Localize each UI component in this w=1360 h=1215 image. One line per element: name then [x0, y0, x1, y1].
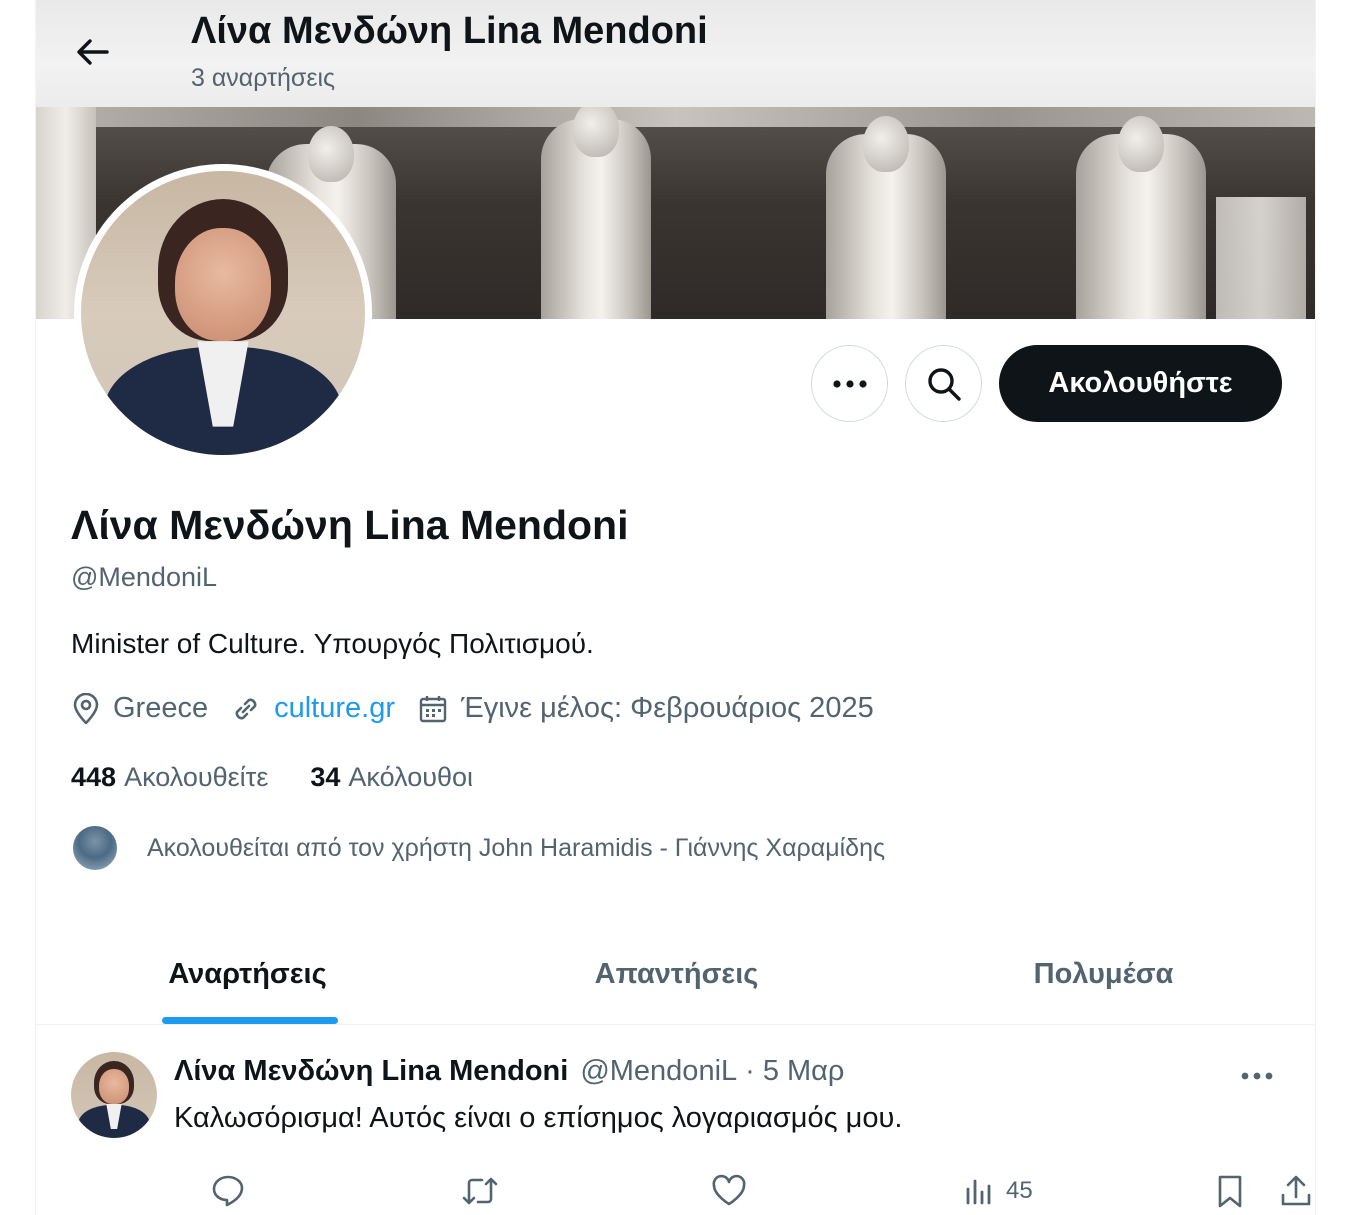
link-icon	[235, 698, 257, 719]
views-icon	[966, 1179, 991, 1205]
like-icon	[712, 1174, 746, 1206]
following-count: 448	[71, 762, 117, 792]
website-link[interactable]: culture.gr	[274, 692, 395, 725]
post-more-button[interactable]	[1234, 1056, 1280, 1096]
reply-button[interactable]	[210, 1168, 246, 1214]
retweet-button[interactable]	[460, 1168, 500, 1214]
header-posts-count: 3 αναρτήσεις	[191, 64, 336, 92]
share-button[interactable]	[1278, 1168, 1314, 1214]
bookmark-button[interactable]	[1214, 1168, 1246, 1214]
followed-by-row[interactable]: Ακολουθείται από τον χρήστη John Haramid…	[71, 824, 885, 872]
search-profile-button[interactable]	[905, 345, 982, 422]
joined-text: Έγινε μέλος: Φεβρουάριος 2025	[461, 692, 874, 724]
more-icon	[832, 379, 867, 388]
more-icon	[1241, 1072, 1273, 1080]
profile-location: Greece	[71, 692, 208, 725]
post-date[interactable]: 5 Μαρ	[763, 1055, 845, 1088]
profile-tabs: Αναρτήσεις Απαντήσεις Πολυμέσα	[36, 925, 1315, 1025]
post-author-handle[interactable]: @MendoniL	[580, 1055, 737, 1088]
share-icon	[1281, 1175, 1311, 1206]
banner-statue	[541, 107, 651, 319]
more-options-button[interactable]	[811, 345, 888, 422]
profile-joined: Έγινε μέλος: Φεβρουάριος 2025	[417, 692, 874, 725]
back-button[interactable]	[68, 28, 116, 76]
reply-icon	[212, 1175, 244, 1207]
banner-statue	[1076, 116, 1206, 319]
search-icon	[927, 367, 961, 401]
active-tab-indicator	[161, 1017, 338, 1024]
profile-name: Λίνα Μενδώνη Lina Mendoni	[71, 502, 629, 548]
bookmark-icon	[1218, 1175, 1242, 1208]
header-title: Λίνα Μενδώνη Lina Mendoni	[191, 10, 708, 52]
follow-button[interactable]: Ακολουθήστε	[999, 345, 1282, 422]
tab-posts[interactable]: Αναρτήσεις	[36, 925, 463, 1024]
views-count: 45	[1006, 1177, 1033, 1204]
profile-handle: @MendoniL	[71, 562, 217, 592]
profile-stats: 448 Ακολουθείτε 34 Ακόλουθοι	[71, 762, 515, 793]
tab-media[interactable]: Πολυμέσα	[890, 925, 1315, 1024]
tab-label: Αναρτήσεις	[168, 958, 327, 990]
tab-label: Πολυμέσα	[1033, 958, 1174, 990]
profile-meta: Greece culture.gr Έγινε μέλος: Φεβρουάρι…	[71, 692, 896, 725]
followers-label: Ακόλουθοι	[348, 762, 474, 792]
following-label: Ακολουθείτε	[124, 762, 269, 792]
profile-bio: Minister of Culture. Υπουργός Πολιτισμού…	[71, 628, 594, 659]
tab-replies[interactable]: Απαντήσεις	[463, 925, 890, 1024]
views-button[interactable]: 45	[964, 1168, 1033, 1214]
post-text: Καλωσόρισμα! Αυτός είναι ο επίσημος λογα…	[174, 1102, 903, 1134]
like-button[interactable]	[710, 1168, 748, 1214]
follower-avatar	[71, 824, 119, 872]
followers-count: 34	[310, 762, 341, 792]
avatar-photo	[81, 171, 365, 455]
back-arrow-icon	[77, 39, 109, 65]
tab-label: Απαντήσεις	[594, 958, 759, 990]
followed-by-text: Ακολουθείται από τον χρήστη John Haramid…	[147, 833, 886, 862]
profile-avatar[interactable]	[74, 164, 372, 462]
profile-header-bar: Λίνα Μενδώνη Lina Mendoni 3 αναρτήσεις	[36, 0, 1315, 107]
calendar-icon	[419, 695, 447, 722]
post-author-name[interactable]: Λίνα Μενδώνη Lina Mendoni	[174, 1055, 568, 1088]
followers-link[interactable]: 34 Ακόλουθοι	[310, 762, 473, 793]
post-header: Λίνα Μενδώνη Lina Mendoni @MendoniL · 5 …	[174, 1055, 844, 1088]
profile-page: Λίνα Μενδώνη Lina Mendoni 3 αναρτήσεις Α…	[35, 0, 1316, 1215]
post-actions: 45	[174, 1168, 1311, 1214]
post-author-avatar[interactable]	[71, 1052, 157, 1138]
following-link[interactable]: 448 Ακολουθείτε	[71, 762, 268, 793]
profile-website[interactable]: culture.gr	[230, 692, 395, 725]
location-text: Greece	[113, 692, 209, 724]
banner-statue	[826, 116, 946, 319]
retweet-icon	[462, 1177, 498, 1205]
post-separator: ·	[745, 1055, 755, 1087]
location-icon	[73, 692, 99, 724]
banner-pillar	[1216, 197, 1306, 319]
